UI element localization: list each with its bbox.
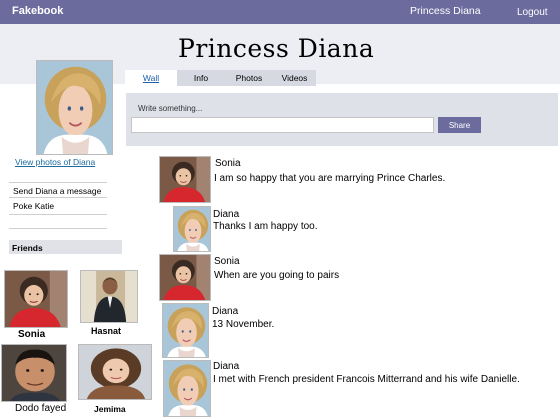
- avatar-image: [163, 304, 209, 358]
- view-photos-link[interactable]: View photos of Diana: [15, 157, 95, 167]
- avatar-image: [164, 361, 211, 417]
- avatar-image: [160, 157, 211, 203]
- friend-image: [81, 271, 138, 323]
- profile-picture[interactable]: [36, 60, 113, 155]
- post-author[interactable]: Diana: [213, 361, 239, 372]
- post-text: When are you going to pairs: [214, 270, 340, 281]
- logout-link[interactable]: Logout: [517, 7, 548, 18]
- divider: [9, 197, 107, 198]
- friend-image: [79, 345, 152, 400]
- wall-composer: Write something... Share: [126, 93, 558, 146]
- friend-name-sonia[interactable]: Sonia: [18, 329, 45, 340]
- tab-info[interactable]: Info: [177, 70, 225, 86]
- tab-videos[interactable]: Videos: [273, 70, 316, 86]
- friend-image: [5, 271, 68, 328]
- composer-label: Write something...: [138, 104, 203, 113]
- post-author[interactable]: Sonia: [214, 256, 240, 267]
- post-avatar[interactable]: [159, 156, 211, 203]
- divider: [9, 228, 107, 229]
- divider: [9, 182, 107, 183]
- post-text: 13 November.: [212, 319, 275, 330]
- friend-image: [2, 345, 67, 402]
- post-avatar[interactable]: [163, 360, 211, 417]
- friends-header: Friends: [9, 240, 122, 254]
- brand-logo[interactable]: Fakebook: [12, 5, 63, 17]
- friends-header-label: Friends: [12, 243, 43, 253]
- post-author[interactable]: Diana: [212, 306, 238, 317]
- post-author[interactable]: Diana: [213, 209, 239, 220]
- post-author[interactable]: Sonia: [215, 158, 241, 169]
- avatar-image: [174, 207, 211, 252]
- post-avatar[interactable]: [173, 206, 211, 252]
- top-bar: Fakebook Princess Diana Logout: [0, 0, 560, 24]
- friend-photo-jemima[interactable]: [78, 344, 152, 400]
- friend-photo-sonia[interactable]: [4, 270, 68, 328]
- post-text: I am so happy that you are marrying Prin…: [214, 173, 446, 184]
- tab-photos[interactable]: Photos: [225, 70, 273, 86]
- friend-photo-dodo[interactable]: [1, 344, 67, 402]
- profile-title: Princess Diana: [178, 34, 375, 63]
- profile-link[interactable]: Princess Diana: [410, 5, 481, 17]
- post-avatar[interactable]: [159, 254, 211, 301]
- friend-name-dodo[interactable]: Dodo fayed: [15, 403, 66, 414]
- share-button[interactable]: Share: [438, 117, 481, 133]
- avatar-image: [160, 255, 211, 301]
- friend-photo-hasnat[interactable]: [80, 270, 138, 323]
- divider: [9, 214, 107, 215]
- send-message-link[interactable]: Send Diana a message: [13, 186, 101, 196]
- friend-name-jemima[interactable]: Jemima: [94, 404, 126, 414]
- poke-link[interactable]: Poke Katie: [13, 201, 54, 211]
- wall-post-input[interactable]: [131, 117, 434, 133]
- post-text: Thanks I am happy too.: [213, 221, 318, 232]
- post-text: I met with French president Francois Mit…: [213, 374, 520, 385]
- friend-name-hasnat[interactable]: Hasnat: [91, 326, 121, 336]
- post-avatar[interactable]: [162, 303, 209, 358]
- tab-wall[interactable]: Wall: [125, 70, 177, 86]
- profile-picture-image: [37, 61, 113, 155]
